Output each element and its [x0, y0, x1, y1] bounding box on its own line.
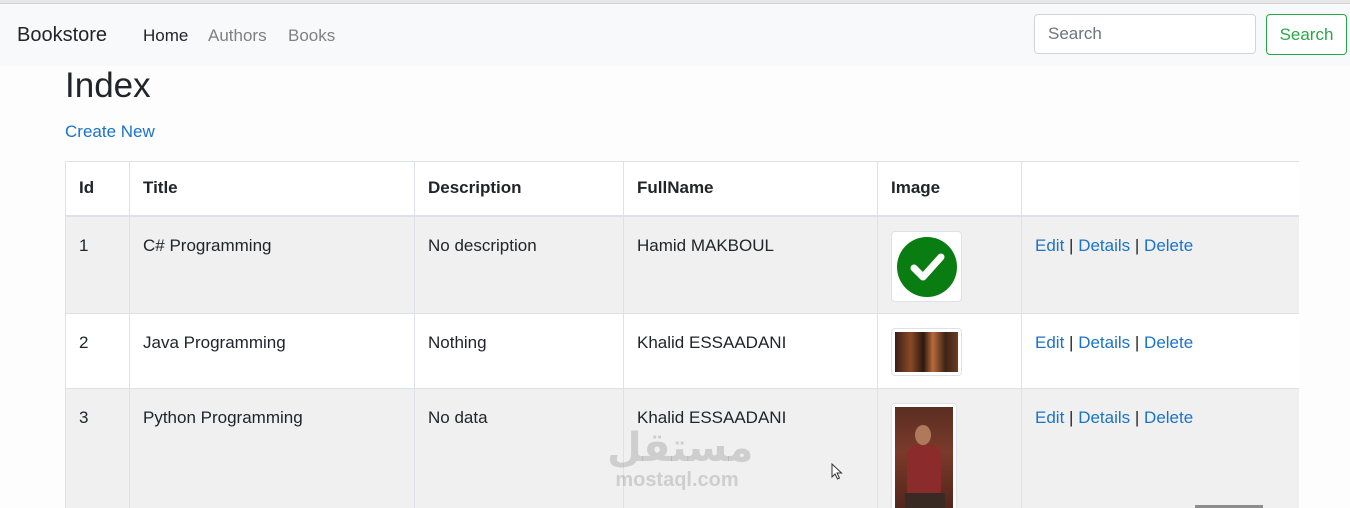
cell-image — [877, 215, 1022, 314]
brand-link[interactable]: Bookstore — [17, 24, 107, 47]
delete-link[interactable]: Delete — [1144, 236, 1193, 255]
table-row: 3 Python Programming No data Khalid ESSA… — [65, 388, 1299, 508]
header-id: Id — [65, 161, 130, 217]
cell-title: C# Programming — [129, 215, 415, 314]
table-row: 2 Java Programming Nothing Khalid ESSAAD… — [65, 313, 1299, 389]
cell-id: 3 — [65, 388, 130, 508]
separator: | — [1069, 235, 1074, 255]
cell-actions: Edit | Details | Delete — [1021, 388, 1299, 508]
header-actions — [1021, 161, 1299, 217]
nav-link-books[interactable]: Books — [288, 26, 335, 46]
edit-link[interactable]: Edit — [1035, 333, 1064, 352]
separator: | — [1134, 333, 1140, 352]
book-image-thumbnail — [891, 230, 962, 302]
header-fullname: FullName — [623, 161, 878, 217]
nav-link-home[interactable]: Home — [143, 26, 188, 46]
books-table: Id Title Description FullName Image 1 C#… — [65, 161, 1299, 508]
separator: | — [1134, 235, 1140, 255]
portrait-photo-thumbnail — [895, 407, 953, 508]
cell-fullname: Khalid ESSAADANI — [623, 388, 878, 508]
header-description: Description — [414, 161, 624, 217]
edit-link[interactable]: Edit — [1035, 408, 1064, 427]
cell-description: No description — [414, 215, 624, 314]
book-image-thumbnail — [891, 328, 962, 376]
page-title: Index — [65, 66, 151, 105]
create-new-link[interactable]: Create New — [65, 122, 155, 142]
separator: | — [1069, 408, 1074, 427]
green-checkmark-icon — [897, 236, 957, 297]
header-title: Title — [129, 161, 415, 217]
details-link[interactable]: Details — [1078, 333, 1130, 352]
cell-id: 1 — [65, 215, 130, 314]
separator: | — [1134, 408, 1140, 427]
book-image-thumbnail — [891, 403, 957, 508]
photo-thumbnail — [895, 332, 958, 372]
details-link[interactable]: Details — [1078, 236, 1130, 255]
header-image: Image — [877, 161, 1022, 217]
cell-actions: Edit | Details | Delete — [1021, 313, 1299, 389]
delete-link[interactable]: Delete — [1144, 408, 1193, 427]
search-input[interactable] — [1034, 14, 1256, 54]
cell-title: Python Programming — [129, 388, 415, 508]
navbar: Bookstore Home Authors Books Search — [0, 4, 1350, 66]
table-row: 1 C# Programming No description Hamid MA… — [65, 215, 1299, 314]
details-link[interactable]: Details — [1078, 408, 1130, 427]
cell-actions: Edit | Details | Delete — [1021, 215, 1299, 314]
table-header-row: Id Title Description FullName Image — [65, 161, 1299, 217]
search-button[interactable]: Search — [1266, 14, 1347, 55]
cell-title: Java Programming — [129, 313, 415, 389]
cell-image — [877, 313, 1022, 389]
cell-fullname: Khalid ESSAADANI — [623, 313, 878, 389]
books-table-container: Id Title Description FullName Image 1 C#… — [65, 161, 1299, 508]
cell-image — [877, 388, 1022, 508]
delete-link[interactable]: Delete — [1144, 333, 1193, 352]
edit-link[interactable]: Edit — [1035, 236, 1064, 255]
separator: | — [1069, 333, 1074, 352]
cell-id: 2 — [65, 313, 130, 389]
mouse-cursor-icon — [831, 463, 843, 480]
cell-description: No data — [414, 388, 624, 508]
cell-fullname: Hamid MAKBOUL — [623, 215, 878, 314]
cell-description: Nothing — [414, 313, 624, 389]
nav-link-authors[interactable]: Authors — [208, 26, 267, 46]
